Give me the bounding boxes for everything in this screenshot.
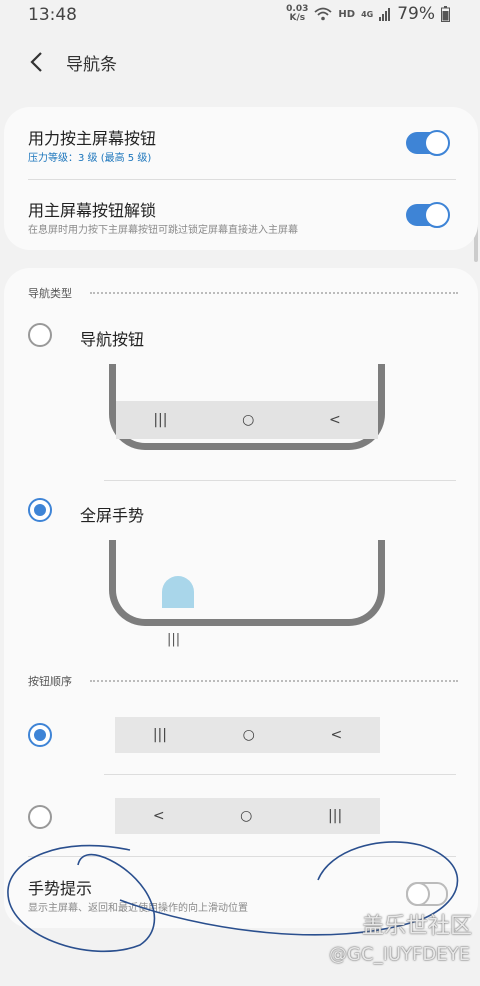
- divider: [28, 856, 456, 857]
- divider: [104, 480, 456, 481]
- button-order-heading: 按钮顺序: [28, 675, 72, 688]
- toggle-knob: [424, 130, 450, 156]
- radio-dot: [34, 504, 46, 516]
- network-speed: 0.03 K/s: [286, 5, 308, 23]
- toggle-knob: [424, 202, 450, 228]
- back-key-icon: <: [330, 727, 343, 743]
- wifi-icon: [314, 7, 332, 21]
- app-header: 导航条: [0, 40, 480, 84]
- gesture-hint-subtitle: 显示主屏幕、返回和最近使用操作的向上滑动位置: [28, 903, 248, 914]
- signal-icon: [379, 8, 391, 21]
- pressure-title: 用力按主屏幕按钮: [28, 129, 157, 148]
- page-title: 导航条: [66, 55, 117, 75]
- gesture-hint-title: 手势提示: [28, 879, 93, 898]
- network-speed-unit: K/s: [289, 13, 306, 23]
- unlock-subtitle: 在息屏时用力按下主屏幕按钮可跳过锁定屏幕直接进入主屏幕: [28, 225, 298, 236]
- home-icon: ○: [242, 412, 255, 428]
- status-bar: 13:48 0.03 K/s HD 4G 79%: [0, 0, 480, 32]
- gestures-radio[interactable]: [28, 498, 52, 522]
- watermark-user: @GC_IUYFDEYE: [329, 944, 470, 965]
- nav-buttons-label: 导航按钮: [80, 330, 145, 349]
- gesture-hint-toggle[interactable]: [406, 882, 448, 906]
- order-2-radio[interactable]: [28, 805, 52, 829]
- radio-dot: [34, 729, 46, 741]
- divider: [104, 774, 456, 775]
- nav-buttons-option[interactable]: 导航按钮 ||| ○ <: [4, 308, 478, 478]
- network-type: 4G: [361, 9, 374, 19]
- toggle-knob: [406, 882, 430, 906]
- home-icon: ○: [242, 727, 255, 743]
- nav-buttons-preview: ||| ○ <: [109, 364, 385, 450]
- hd-label: HD: [338, 8, 356, 20]
- battery-icon: [441, 6, 450, 22]
- section-divider: [90, 292, 458, 294]
- home-icon: ○: [240, 808, 253, 824]
- preview-navbar: ||| ○ <: [116, 401, 378, 439]
- pressure-subtitle: 压力等级：3 级 (最高 5 级): [28, 153, 152, 164]
- nav-type-heading: 导航类型: [28, 287, 72, 300]
- battery-percent: 79%: [397, 4, 435, 24]
- order-option-1[interactable]: ||| ○ <: [4, 708, 478, 768]
- watermark-brand: 盖乐世社区: [361, 914, 472, 939]
- back-key-icon: <: [152, 808, 165, 824]
- recents-icon: |||: [152, 727, 167, 743]
- status-icons: 0.03 K/s HD 4G 79%: [286, 4, 450, 24]
- pressure-row[interactable]: 用力按主屏幕按钮 压力等级：3 级 (最高 5 级): [4, 107, 478, 179]
- back-key-icon: <: [328, 412, 341, 428]
- section-divider: [90, 680, 458, 682]
- unlock-title: 用主屏幕按钮解锁: [28, 201, 157, 220]
- gestures-option[interactable]: 全屏手势 |||: [4, 482, 478, 652]
- gesture-hint-icon: |||: [167, 632, 181, 647]
- navigation-card: 导航类型 导航按钮 ||| ○ < 全屏手势 ||| 按钮顺序 ||| ○ <: [4, 268, 478, 928]
- back-icon[interactable]: [24, 48, 52, 76]
- recents-icon: |||: [153, 412, 168, 428]
- status-time: 13:48: [28, 5, 77, 25]
- gestures-label: 全屏手势: [80, 506, 145, 525]
- unlock-toggle[interactable]: [406, 202, 450, 228]
- recents-icon: |||: [328, 808, 343, 824]
- home-button-card: 用力按主屏幕按钮 压力等级：3 级 (最高 5 级) 用主屏幕按钮解锁 在息屏时…: [4, 107, 478, 250]
- order-2-preview: < ○ |||: [115, 798, 380, 834]
- nav-buttons-radio[interactable]: [28, 323, 52, 347]
- order-1-radio[interactable]: [28, 723, 52, 747]
- order-option-2[interactable]: < ○ |||: [4, 788, 478, 848]
- pressure-toggle[interactable]: [406, 130, 450, 156]
- gesture-swipe-area: [162, 576, 194, 608]
- gestures-preview: [109, 540, 385, 626]
- order-1-preview: ||| ○ <: [115, 717, 380, 753]
- unlock-row[interactable]: 用主屏幕按钮解锁 在息屏时用力按下主屏幕按钮可跳过锁定屏幕直接进入主屏幕: [4, 180, 478, 250]
